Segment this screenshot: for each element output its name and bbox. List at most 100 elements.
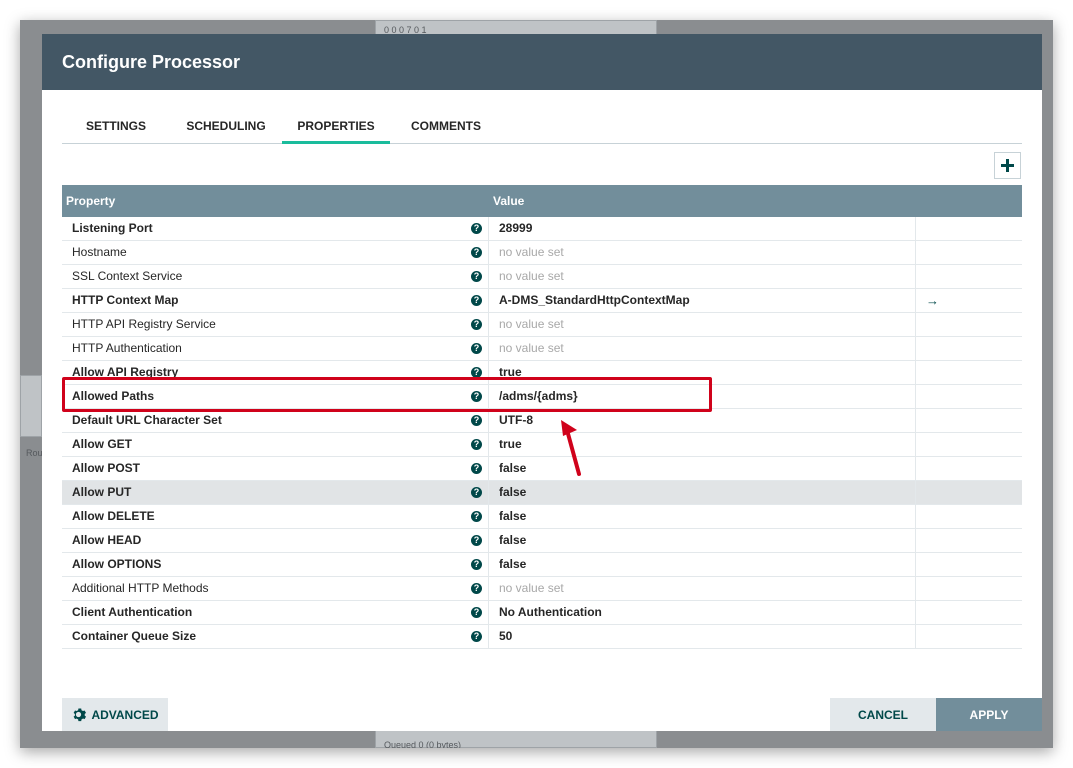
table-header: Property Value bbox=[62, 185, 1022, 217]
apply-button[interactable]: APPLY bbox=[936, 698, 1042, 731]
question-circle-icon[interactable]: ? bbox=[471, 535, 482, 546]
question-circle-icon[interactable]: ? bbox=[471, 319, 482, 330]
annotation-highlight-box bbox=[62, 377, 712, 412]
property-actions-cell bbox=[916, 313, 1022, 336]
question-circle-icon[interactable]: ? bbox=[471, 343, 482, 354]
table-row[interactable]: Container Queue Size? 50 bbox=[62, 625, 1022, 649]
property-value-cell[interactable]: false bbox=[489, 529, 916, 552]
property-value-cell[interactable]: A-DMS_StandardHttpContextMap bbox=[489, 289, 916, 312]
property-value: false bbox=[499, 557, 527, 571]
table-row[interactable]: Allow OPTIONS? false bbox=[62, 553, 1022, 577]
table-row[interactable]: HTTP API Registry Service? no value set bbox=[62, 313, 1022, 337]
advanced-button[interactable]: ADVANCED bbox=[62, 698, 168, 731]
property-name-cell: Allow PUT? bbox=[62, 481, 489, 504]
property-value: no value set bbox=[499, 317, 564, 331]
tab-settings[interactable]: SETTINGS bbox=[62, 110, 170, 144]
property-name-cell: Additional HTTP Methods? bbox=[62, 577, 489, 600]
property-value-cell[interactable]: no value set bbox=[489, 313, 916, 336]
question-circle-icon[interactable]: ? bbox=[471, 583, 482, 594]
table-row[interactable]: Client Authentication? No Authentication bbox=[62, 601, 1022, 625]
question-circle-icon[interactable]: ? bbox=[471, 247, 482, 258]
property-value: UTF-8 bbox=[499, 413, 533, 427]
property-name: Allow POST bbox=[72, 461, 141, 475]
question-circle-icon[interactable]: ? bbox=[471, 463, 482, 474]
table-row[interactable]: Allow GET? true bbox=[62, 433, 1022, 457]
question-circle-icon[interactable]: ? bbox=[471, 223, 482, 234]
tab-settings-label: SETTINGS bbox=[85, 119, 146, 133]
property-value: false bbox=[499, 461, 527, 475]
property-name: Allow PUT bbox=[72, 485, 132, 499]
table-row[interactable]: Hostname? no value set bbox=[62, 241, 1022, 265]
property-value-cell[interactable]: true bbox=[489, 433, 916, 456]
question-circle-icon[interactable]: ? bbox=[471, 631, 482, 642]
property-value: No Authentication bbox=[499, 605, 602, 619]
property-actions-cell: → bbox=[916, 289, 1022, 312]
property-value-cell[interactable]: false bbox=[489, 481, 916, 504]
table-row[interactable]: HTTP Context Map? A-DMS_StandardHttpConte… bbox=[62, 289, 1022, 313]
property-value-cell[interactable]: false bbox=[489, 505, 916, 528]
dialog-header: Configure Processor bbox=[42, 34, 1042, 90]
cancel-button[interactable]: CANCEL bbox=[830, 698, 936, 731]
add-property-button[interactable] bbox=[994, 152, 1021, 179]
property-actions-cell bbox=[916, 409, 1022, 432]
canvas-side-box bbox=[20, 375, 42, 437]
question-circle-icon[interactable]: ? bbox=[471, 559, 482, 570]
properties-table: Property Value Listening Port? 28999 Hostn… bbox=[62, 185, 1022, 649]
property-actions-cell bbox=[916, 217, 1022, 240]
property-value-cell[interactable]: no value set bbox=[489, 577, 916, 600]
table-body: Listening Port? 28999 Hostname? no value se… bbox=[62, 217, 1022, 649]
tab-scheduling[interactable]: SCHEDULING bbox=[170, 110, 282, 144]
table-row[interactable]: Listening Port? 28999 bbox=[62, 217, 1022, 241]
tab-comments[interactable]: COMMENTS bbox=[390, 110, 502, 144]
property-name-cell: HTTP Context Map? bbox=[62, 289, 489, 312]
property-name: Default URL Character Set bbox=[72, 413, 222, 427]
property-name: Client Authentication bbox=[72, 605, 193, 619]
property-name: Allow HEAD bbox=[72, 533, 142, 547]
table-row[interactable]: Default URL Character Set? UTF-8 bbox=[62, 409, 1022, 433]
table-row[interactable]: HTTP Authentication? no value set bbox=[62, 337, 1022, 361]
property-actions-cell bbox=[916, 577, 1022, 600]
table-row[interactable]: SSL Context Service? no value set bbox=[62, 265, 1022, 289]
property-value-cell[interactable]: no value set bbox=[489, 241, 916, 264]
property-name-cell: Hostname? bbox=[62, 241, 489, 264]
property-actions-cell bbox=[916, 241, 1022, 264]
property-value-cell[interactable]: false bbox=[489, 457, 916, 480]
property-actions-cell bbox=[916, 625, 1022, 648]
table-row[interactable]: Additional HTTP Methods? no value set bbox=[62, 577, 1022, 601]
question-circle-icon[interactable]: ? bbox=[471, 487, 482, 498]
property-value-cell[interactable]: no value set bbox=[489, 265, 916, 288]
property-value-cell[interactable]: 28999 bbox=[489, 217, 916, 240]
property-name: Allow DELETE bbox=[72, 509, 155, 523]
property-value-cell[interactable]: false bbox=[489, 553, 916, 576]
question-circle-icon[interactable]: ? bbox=[471, 607, 482, 618]
property-value: no value set bbox=[499, 341, 564, 355]
arrow-right-icon[interactable]: → bbox=[926, 293, 939, 308]
property-value-cell[interactable]: 50 bbox=[489, 625, 916, 648]
property-value: no value set bbox=[499, 269, 564, 283]
question-circle-icon[interactable]: ? bbox=[471, 511, 482, 522]
plus-icon bbox=[1001, 159, 1014, 172]
property-value-cell[interactable]: UTF-8 bbox=[489, 409, 916, 432]
table-row[interactable]: Allow PUT? false bbox=[62, 481, 1022, 505]
property-value: false bbox=[499, 533, 527, 547]
property-name: Additional HTTP Methods bbox=[72, 581, 209, 595]
tab-properties[interactable]: PROPERTIES bbox=[282, 110, 390, 144]
tab-scheduling-label: SCHEDULING bbox=[186, 119, 266, 133]
column-header-value[interactable]: Value bbox=[489, 185, 916, 217]
question-circle-icon[interactable]: ? bbox=[471, 271, 482, 282]
table-row[interactable]: Allow POST? false bbox=[62, 457, 1022, 481]
tab-bar: SETTINGS SCHEDULING PROPERTIES COMMENTS bbox=[62, 110, 1022, 144]
table-row[interactable]: Allow DELETE? false bbox=[62, 505, 1022, 529]
property-name: SSL Context Service bbox=[72, 269, 183, 283]
question-circle-icon[interactable]: ? bbox=[471, 295, 482, 306]
table-row[interactable]: Allow HEAD? false bbox=[62, 529, 1022, 553]
property-actions-cell bbox=[916, 385, 1022, 408]
property-value-cell[interactable]: no value set bbox=[489, 337, 916, 360]
tab-properties-label: PROPERTIES bbox=[297, 119, 375, 133]
column-header-property[interactable]: Property bbox=[62, 185, 489, 217]
question-circle-icon[interactable]: ? bbox=[471, 439, 482, 450]
property-value: 28999 bbox=[499, 221, 533, 235]
advanced-button-label: ADVANCED bbox=[91, 707, 159, 722]
question-circle-icon[interactable]: ? bbox=[471, 415, 482, 426]
property-value-cell[interactable]: No Authentication bbox=[489, 601, 916, 624]
